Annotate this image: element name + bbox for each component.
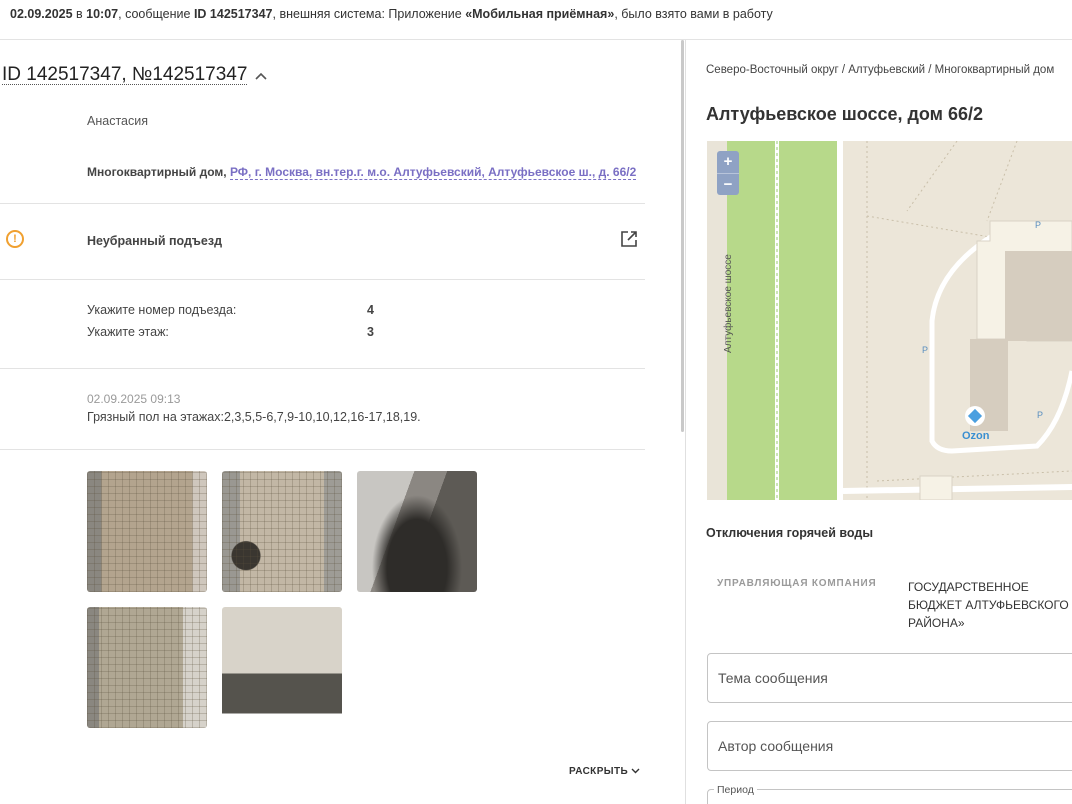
- management-company-value: ГОСУДАРСТВЕННОЕ БЮДЖЕТ АЛТУФЬЕВСКОГО РАЙ…: [908, 580, 1069, 630]
- message-text: Грязный пол на этажах:2,3,5,5-6,7,9-10,1…: [87, 410, 421, 424]
- open-external-icon[interactable]: [620, 230, 638, 248]
- photo-thumbnail[interactable]: [87, 607, 207, 728]
- warning-icon: !: [6, 230, 24, 248]
- expand-button[interactable]: РАСКРЫТЬ: [569, 766, 640, 777]
- photo-thumbnail[interactable]: [357, 471, 477, 592]
- scrollbar[interactable]: [681, 40, 684, 432]
- divider: [0, 449, 645, 450]
- photo-thumbnail[interactable]: [222, 471, 342, 592]
- notification-bar: 02.09.2025 в 10:07, сообщение ID 1425173…: [0, 0, 1072, 40]
- svg-text:P: P: [922, 345, 928, 355]
- map-poi-label[interactable]: Ozon: [962, 430, 990, 442]
- divider: [0, 203, 645, 204]
- period-label: Период: [714, 784, 757, 796]
- chevron-down-icon: [631, 766, 640, 777]
- message-date: 02.09.2025 09:13: [87, 392, 181, 406]
- address-link[interactable]: РФ, г. Москва, вн.тер.г. м.о. Алтуфьевск…: [229, 165, 637, 180]
- ticket-category: Неубранный подъезд: [87, 234, 223, 248]
- building-panel: Северо-Восточный округ / Алтуфьевский / …: [686, 40, 1072, 804]
- svg-text:P: P: [1037, 410, 1043, 420]
- subject-input[interactable]: Тема сообщения: [707, 653, 1072, 703]
- ticket-author: Анастасия: [87, 114, 148, 128]
- building-address: Алтуфьевское шоссе, дом 66/2: [706, 104, 984, 124]
- ticket-panel: ID 142517347, №142517347 Анастасия Много…: [0, 40, 685, 804]
- hot-water-title: Отключения горячей воды: [706, 526, 874, 540]
- chevron-up-icon[interactable]: [255, 69, 268, 83]
- notification-date: 02.09.2025: [10, 7, 73, 21]
- management-company-label: УПРАВЛЯЮЩАЯ КОМПАНИЯ: [717, 578, 877, 589]
- map[interactable]: Ozon P P P Алтуфьевское шоссе + −: [707, 141, 1072, 500]
- ticket-address: Многоквартирный дом, РФ, г. Москва, вн.т…: [87, 165, 637, 180]
- photo-thumbnail[interactable]: [87, 471, 207, 592]
- divider: [0, 368, 645, 369]
- notification-time: 10:07: [86, 7, 119, 21]
- photo-thumbnail[interactable]: [222, 607, 342, 728]
- breadcrumb[interactable]: Северо-Восточный округ / Алтуфьевский / …: [706, 64, 1054, 76]
- zoom-in-button[interactable]: +: [717, 151, 739, 173]
- field-entrance: Укажите номер подъезда: 4: [87, 303, 374, 317]
- map-zoom-controls: + −: [717, 151, 739, 195]
- ticket-title[interactable]: ID 142517347, №142517347: [2, 65, 268, 85]
- period-field[interactable]: [707, 789, 1072, 804]
- notification-id: ID 142517347: [193, 7, 273, 21]
- divider: [0, 279, 645, 280]
- field-floor: Укажите этаж: 3: [87, 325, 374, 339]
- notification-system: «Мобильная приёмная»: [465, 7, 615, 21]
- map-street-label: Алтуфьевское шоссе: [722, 254, 734, 353]
- author-input[interactable]: Автор сообщения: [707, 721, 1072, 771]
- map-tiles: Ozon P P P Алтуфьевское шоссе: [707, 141, 1072, 500]
- zoom-out-button[interactable]: −: [717, 173, 739, 195]
- svg-text:P: P: [1035, 220, 1041, 230]
